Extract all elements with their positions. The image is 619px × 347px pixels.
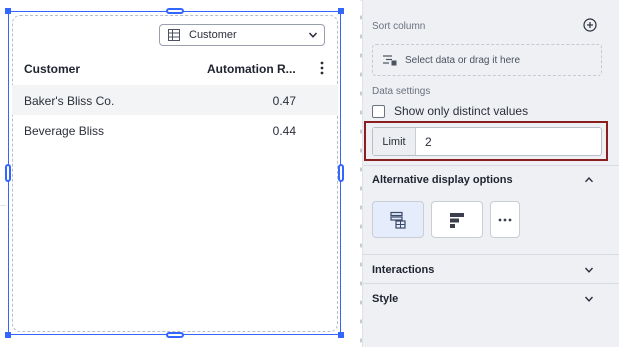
dropdown-label: Customer bbox=[189, 29, 237, 41]
cell-automation-rate: 0.44 bbox=[272, 124, 296, 138]
chevron-down-icon bbox=[308, 32, 318, 38]
data-settings-label: Data settings bbox=[372, 86, 431, 97]
resize-handle-left[interactable] bbox=[5, 164, 11, 182]
table-row[interactable]: Baker's Bliss Co. 0.47 bbox=[12, 85, 338, 115]
alternative-display-title[interactable]: Alternative display options bbox=[372, 174, 513, 186]
divider bbox=[363, 283, 619, 284]
display-option-table[interactable] bbox=[372, 201, 424, 238]
sort-column-label: Sort column bbox=[372, 21, 426, 32]
table-row[interactable]: Beverage Bliss 0.44 bbox=[12, 115, 338, 145]
limit-label: Limit bbox=[373, 128, 416, 155]
more-horizontal-icon bbox=[498, 218, 512, 221]
cell-customer: Baker's Bliss Co. bbox=[24, 94, 115, 108]
chevron-down-icon[interactable] bbox=[584, 265, 594, 275]
resize-handle-bottom-left[interactable] bbox=[5, 332, 11, 338]
chevron-down-icon[interactable] bbox=[584, 294, 594, 304]
divider bbox=[363, 165, 619, 166]
distinct-values-label: Show only distinct values bbox=[394, 104, 529, 118]
resize-handle-top[interactable] bbox=[166, 8, 184, 14]
properties-panel: Sort column Select data or drag it here … bbox=[362, 0, 619, 347]
canvas: Customer Customer Automation R... Baker'… bbox=[0, 0, 362, 347]
sort-drop-zone[interactable]: Select data or drag it here bbox=[372, 44, 602, 76]
bar-chart-icon bbox=[450, 212, 464, 228]
drop-zone-text: Select data or drag it here bbox=[405, 54, 521, 66]
interactions-title[interactable]: Interactions bbox=[372, 264, 434, 276]
table-icon bbox=[168, 29, 180, 41]
resize-handle-bottom-right[interactable] bbox=[338, 332, 344, 338]
display-option-bar-chart[interactable] bbox=[431, 201, 483, 238]
add-field-icon bbox=[383, 55, 397, 66]
chevron-up-icon[interactable] bbox=[584, 175, 594, 185]
add-icon[interactable] bbox=[583, 18, 597, 32]
resize-handle-right[interactable] bbox=[338, 164, 344, 182]
column-header-automation-rate[interactable]: Automation R... bbox=[207, 62, 296, 76]
more-options-button[interactable] bbox=[490, 201, 520, 238]
limit-input[interactable]: 2 bbox=[416, 128, 432, 155]
divider bbox=[0, 205, 6, 206]
cell-customer: Beverage Bliss bbox=[24, 124, 105, 138]
more-vertical-icon[interactable] bbox=[320, 61, 324, 75]
dimension-dropdown[interactable]: Customer bbox=[159, 24, 325, 46]
divider bbox=[363, 254, 619, 255]
column-header-customer[interactable]: Customer bbox=[24, 62, 80, 76]
resize-handle-bottom[interactable] bbox=[166, 332, 184, 338]
resize-handle-top-right[interactable] bbox=[338, 8, 344, 14]
limit-field[interactable]: Limit 2 bbox=[372, 127, 602, 156]
style-title[interactable]: Style bbox=[372, 293, 398, 305]
resize-handle-top-left[interactable] bbox=[5, 8, 11, 14]
distinct-values-toggle[interactable]: Show only distinct values bbox=[372, 104, 528, 118]
table-stack-icon bbox=[390, 211, 406, 229]
cell-automation-rate: 0.47 bbox=[272, 94, 296, 108]
distinct-values-checkbox[interactable] bbox=[372, 104, 385, 118]
table-header: Customer Automation R... bbox=[12, 58, 338, 82]
canvas-grid-dots bbox=[352, 0, 362, 347]
